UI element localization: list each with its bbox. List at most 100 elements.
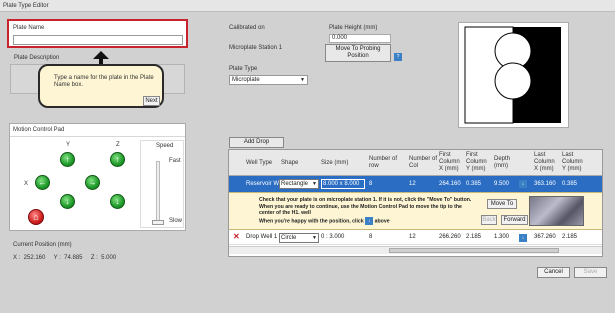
- col-last-x[interactable]: Last Column X (mm): [534, 152, 560, 173]
- col-size[interactable]: Size (mm): [321, 160, 348, 167]
- cell-depth: 1.300: [494, 234, 510, 240]
- scrollbar-thumb[interactable]: [389, 248, 559, 253]
- shape-value: Rectangle: [281, 181, 309, 187]
- cancel-button[interactable]: Cancel: [537, 267, 570, 278]
- cell-first-x: 264.160: [439, 181, 461, 187]
- col-cols[interactable]: Number of Col: [409, 156, 437, 170]
- col-first-x[interactable]: First Column X (mm): [439, 152, 465, 173]
- cell-size: 0 : 3.000: [321, 234, 345, 240]
- detail-line-1: Check that your plate is on microplate s…: [259, 197, 472, 203]
- speed-slider-track[interactable]: [156, 161, 160, 223]
- info-icon[interactable]: ?: [394, 53, 402, 61]
- slow-label: Slow: [169, 218, 183, 224]
- x-right-button[interactable]: →: [85, 175, 100, 190]
- horizontal-scrollbar[interactable]: [229, 246, 602, 254]
- shape-value: Circle: [281, 235, 297, 241]
- detail-line-3: When you're happy with the position, cli…: [259, 216, 474, 225]
- cell-rows: 8: [369, 234, 373, 240]
- microplate-station-label: Microplate Station 1: [229, 45, 283, 51]
- cell-last-y: 0.385: [562, 181, 578, 187]
- delete-icon[interactable]: ✕: [233, 233, 240, 241]
- plate-height-input[interactable]: 0.000: [329, 34, 391, 43]
- axis-z-label: Z: [116, 142, 120, 148]
- divider: [10, 136, 185, 137]
- table-row-selected[interactable]: Reservoir W Rectangle ▼ 8.000 x 8.000 8 1…: [229, 176, 602, 192]
- arrow-right-icon: →: [88, 178, 97, 187]
- col-depth[interactable]: Depth (mm): [494, 156, 518, 170]
- plate-description-label: Plate Description: [14, 55, 60, 61]
- cell-rows: 8: [369, 181, 373, 187]
- cell-well-type: Drop Well 1: [246, 234, 278, 240]
- plate-height-label: Plate Height (mm): [329, 25, 378, 31]
- plate-name-input[interactable]: [13, 35, 183, 45]
- col-last-y[interactable]: Last Column Y (mm): [562, 152, 588, 173]
- home-button[interactable]: ⌂: [28, 209, 44, 225]
- home-icon: ⌂: [33, 212, 39, 222]
- plate-name-label: Plate Name: [13, 25, 45, 31]
- col-first-y[interactable]: First Column Y (mm): [466, 152, 492, 173]
- arrow-up-icon: ↑: [115, 155, 120, 164]
- detail-instructions: Check that your plate is on microplate s…: [259, 197, 474, 225]
- speed-slider-group: Speed Fast Slow: [140, 140, 184, 228]
- detail-line-2: When you are ready to continue, use the …: [259, 203, 462, 217]
- motion-pad-title: Motion Control Pad: [13, 127, 65, 133]
- table-row[interactable]: ✕ Drop Well 1 Circle ▼ 0 : 3.000 8 12 266…: [229, 230, 602, 245]
- cell-well-type: Reservoir W: [246, 181, 280, 187]
- cell-first-x: 266.260: [439, 234, 461, 240]
- col-shape[interactable]: Shape: [281, 160, 298, 167]
- add-drop-button[interactable]: Add Drop: [229, 137, 284, 148]
- download-icon[interactable]: ↓: [519, 180, 527, 188]
- arrow-up-icon: ↑: [65, 155, 70, 164]
- move-to-button[interactable]: Move To: [487, 199, 517, 209]
- plate-preview: [458, 22, 569, 128]
- back-button[interactable]: Back: [481, 215, 497, 225]
- speed-slider-thumb[interactable]: [152, 220, 164, 225]
- plate-diagram-icon: [464, 26, 561, 124]
- plate-type-select[interactable]: Microplate ▼: [229, 75, 308, 85]
- arrow-left-icon: ←: [38, 178, 47, 187]
- col-well-type[interactable]: Well Type: [246, 160, 272, 167]
- tooltip-next-button[interactable]: Next: [143, 96, 160, 106]
- cell-cols: 12: [409, 181, 416, 187]
- z-up-button[interactable]: ↑: [110, 152, 125, 167]
- wells-table: Well Type Shape Size (mm) Number of row …: [228, 149, 603, 257]
- axis-y-label: Y: [66, 142, 71, 148]
- motion-control-pad: Motion Control Pad Y Z X ↑ ↑ ← → ↓ ↓ ⌂ S…: [9, 123, 186, 231]
- detail-line-3-end: above: [374, 218, 390, 225]
- fast-label: Fast: [169, 158, 181, 164]
- shape-select[interactable]: Circle ▼: [279, 233, 319, 243]
- cell-first-y: 2.185: [466, 234, 482, 240]
- cell-last-x: 367.260: [534, 234, 556, 240]
- y-down-button[interactable]: ↓: [60, 194, 75, 209]
- download-icon[interactable]: ↓: [519, 234, 527, 242]
- plate-type-label: Plate Type: [229, 66, 258, 72]
- well-image: [529, 196, 584, 226]
- arrow-down-icon: ↓: [65, 197, 70, 206]
- chevron-down-icon: ▼: [312, 181, 317, 187]
- move-to-probing-button[interactable]: Move To Probing Position: [325, 44, 391, 62]
- detail-line-3-text: When you're happy with the position, cli…: [259, 218, 364, 225]
- x-left-button[interactable]: ←: [35, 175, 50, 190]
- size-input[interactable]: 8.000 x 8.000: [321, 179, 365, 189]
- cell-last-x: 363.160: [534, 181, 556, 187]
- calibrated-on-label: Calibrated on: [229, 25, 265, 31]
- window-title: Plate Type Editor: [0, 0, 615, 12]
- tooltip-arrow-icon: [93, 51, 109, 59]
- chevron-down-icon: ▼: [300, 77, 305, 83]
- shape-select[interactable]: Rectangle ▼: [279, 179, 319, 189]
- save-button[interactable]: Save: [574, 267, 607, 278]
- plate-name-group: Plate Name: [7, 19, 188, 48]
- save-position-icon[interactable]: ↓: [365, 216, 374, 225]
- cell-cols: 12: [409, 234, 416, 240]
- speed-label: Speed: [156, 143, 174, 149]
- y-up-button[interactable]: ↑: [60, 152, 75, 167]
- cell-last-y: 2.185: [562, 234, 578, 240]
- table-header: Well Type Shape Size (mm) Number of row …: [229, 150, 602, 176]
- tooltip-text: Type a name for the plate in the Plate N…: [54, 75, 154, 88]
- forward-button[interactable]: Forward: [501, 215, 528, 225]
- arrow-down-icon: ↓: [115, 197, 120, 206]
- col-rows[interactable]: Number of row: [369, 156, 401, 170]
- z-down-button[interactable]: ↓: [110, 194, 125, 209]
- current-position-label: Current Position (mm): [13, 242, 72, 248]
- tooltip-callout: Type a name for the plate in the Plate N…: [38, 64, 164, 108]
